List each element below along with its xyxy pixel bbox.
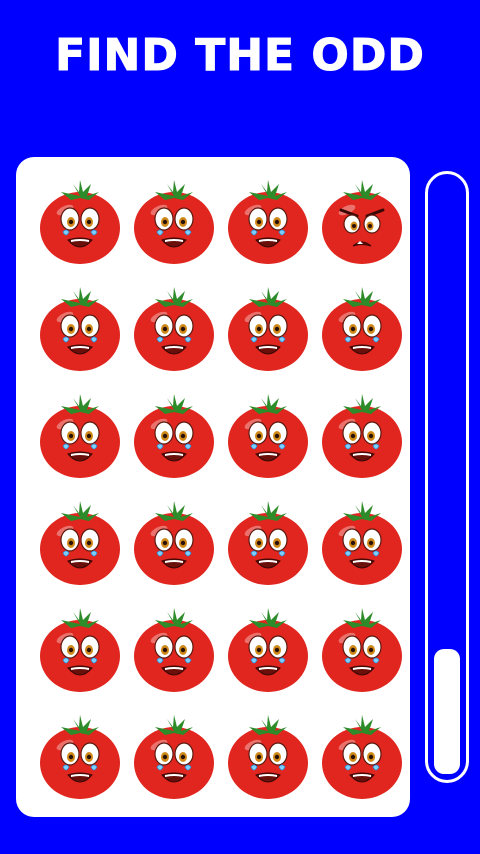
crying-tomato-icon [134,715,214,799]
timer-fill [434,649,460,774]
crying-tomato-icon [40,287,120,371]
tomato-cell[interactable] [127,281,221,375]
crying-tomato-icon [228,394,308,478]
tomato-cell[interactable] [127,174,221,268]
crying-tomato-icon [134,394,214,478]
crying-tomato-icon [228,608,308,692]
page-title: FIND THE ODD [55,30,425,81]
tomato-cell[interactable] [315,709,409,803]
timer-track [434,180,460,774]
timer-bar [425,171,469,783]
puzzle-board [16,157,410,817]
crying-tomato-icon [134,180,214,264]
tomato-cell[interactable] [127,495,221,589]
tomato-cell[interactable] [127,709,221,803]
tomato-cell[interactable] [221,281,315,375]
crying-tomato-icon [228,501,308,585]
tomato-cell[interactable] [315,281,409,375]
angry-tomato-icon [322,180,402,264]
crying-tomato-icon [40,608,120,692]
crying-tomato-icon [228,715,308,799]
crying-tomato-icon [322,287,402,371]
crying-tomato-icon [228,180,308,264]
crying-tomato-icon [134,608,214,692]
tomato-cell[interactable] [127,602,221,696]
tomato-cell[interactable] [315,388,409,482]
tomato-cell[interactable] [33,709,127,803]
tomato-cell[interactable] [33,174,127,268]
crying-tomato-icon [134,501,214,585]
odd-tomato-cell[interactable] [315,174,409,268]
crying-tomato-icon [322,608,402,692]
tomato-cell[interactable] [33,602,127,696]
tomato-cell[interactable] [315,495,409,589]
crying-tomato-icon [228,287,308,371]
tomato-cell[interactable] [221,709,315,803]
crying-tomato-icon [40,180,120,264]
tomato-cell[interactable] [315,602,409,696]
crying-tomato-icon [40,715,120,799]
tomato-cell[interactable] [33,388,127,482]
tomato-cell[interactable] [221,174,315,268]
crying-tomato-icon [322,715,402,799]
tomato-cell[interactable] [221,495,315,589]
crying-tomato-icon [322,394,402,478]
tomato-cell[interactable] [33,495,127,589]
tomato-cell[interactable] [221,602,315,696]
crying-tomato-icon [134,287,214,371]
tomato-cell[interactable] [127,388,221,482]
tomato-cell[interactable] [221,388,315,482]
crying-tomato-icon [40,394,120,478]
crying-tomato-icon [322,501,402,585]
tomato-cell[interactable] [33,281,127,375]
crying-tomato-icon [40,501,120,585]
